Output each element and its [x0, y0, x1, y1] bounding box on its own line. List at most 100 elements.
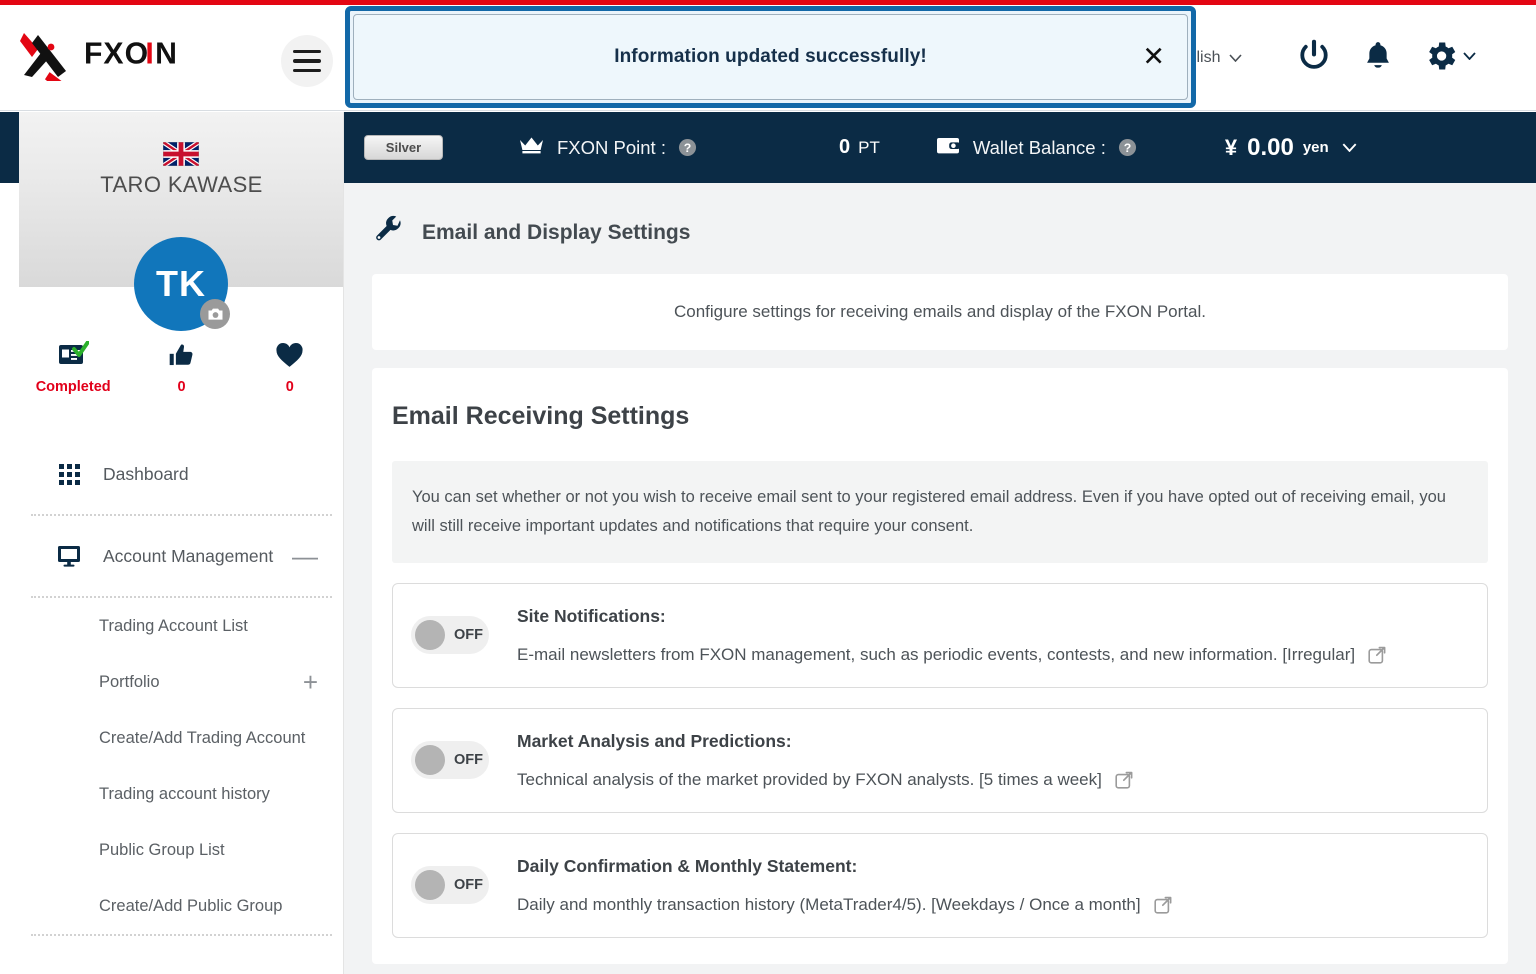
- monitor-icon: [57, 545, 81, 567]
- hamburger-menu-icon[interactable]: [281, 35, 333, 87]
- setting-description: Technical analysis of the market provide…: [517, 769, 1102, 789]
- uk-flag-icon[interactable]: [163, 142, 199, 166]
- sidebar-item-label: Create/Add Trading Account: [99, 728, 306, 747]
- setting-row-daily-confirmation: OFF Daily Confirmation & Monthly Stateme…: [392, 832, 1488, 938]
- chevron-down-icon: [1229, 54, 1243, 62]
- stat-favorites[interactable]: 0: [236, 340, 343, 395]
- thumbs-up-icon: [168, 340, 195, 370]
- toggle-knob: [415, 745, 445, 776]
- fxon-point-group: FXON Point : ?: [519, 136, 697, 159]
- setting-row-site-notifications: OFF Site Notifications: E-mail newslette…: [392, 582, 1488, 688]
- notice-text: You can set whether or not you wish to r…: [412, 488, 1446, 535]
- help-icon[interactable]: ?: [678, 138, 697, 157]
- sidebar-item-dashboard[interactable]: Dashboard: [19, 434, 343, 514]
- sidebar-item-public-group-list[interactable]: Public Group List: [19, 822, 343, 878]
- setting-description: Daily and monthly transaction history (M…: [517, 894, 1141, 914]
- sidebar: TARO KAWASE TK Completed 0 0 Dashboard A…: [19, 112, 344, 974]
- sidebar-item-label: Account Management: [103, 545, 274, 566]
- sidebar-item-label: Trading Account List: [99, 616, 248, 635]
- sidebar-item-label: Public Group List: [99, 840, 225, 859]
- toggle-state-label: OFF: [454, 627, 483, 644]
- sidebar-nav: Dashboard Account Management — Trading A…: [19, 434, 343, 936]
- chevron-down-icon: [1463, 52, 1476, 60]
- heart-icon: [275, 340, 304, 370]
- wrench-icon: [374, 215, 404, 250]
- hamburger-bar: [293, 59, 321, 63]
- stat-verification[interactable]: Completed: [19, 340, 127, 395]
- wallet-balance-group: Wallet Balance : ?: [936, 136, 1137, 160]
- expand-toggle-icon[interactable]: +: [303, 669, 318, 695]
- chevron-down-icon[interactable]: [1342, 143, 1357, 152]
- email-receiving-settings-card: Email Receiving Settings You can set whe…: [372, 368, 1508, 964]
- fxon-point-label: FXON Point :: [557, 136, 666, 158]
- account-status-bar: Silver FXON Point : ? 0 PT Wallet Balanc…: [344, 112, 1536, 183]
- external-link-icon[interactable]: [1153, 895, 1173, 915]
- wallet-amount-group[interactable]: ¥ 0.00 yen: [1225, 134, 1357, 162]
- sidebar-item-label: Portfolio: [99, 672, 160, 691]
- intro-card: Configure settings for receiving emails …: [372, 274, 1508, 350]
- toast-notification: Information updated successfully! ✕: [345, 6, 1196, 108]
- sidebar-item-label: Trading account history: [99, 784, 270, 803]
- section-title: Email Receiving Settings: [392, 402, 690, 430]
- sidebar-item-trading-account-list[interactable]: Trading Account List: [19, 598, 343, 654]
- fxon-x-mark-icon: [20, 33, 67, 81]
- fxon-logo[interactable]: FXO I N: [18, 27, 240, 81]
- currency-symbol: ¥: [1224, 134, 1238, 160]
- setting-body: Daily Confirmation & Monthly Statement: …: [517, 856, 1467, 915]
- fxon-point-value: 0: [838, 136, 851, 158]
- svg-text:N: N: [155, 38, 178, 71]
- stat-label: Completed: [35, 379, 111, 395]
- collapse-toggle-icon[interactable]: —: [292, 543, 318, 569]
- hamburger-bar: [293, 68, 321, 73]
- camera-icon[interactable]: [200, 299, 230, 329]
- setting-title: Daily Confirmation & Monthly Statement:: [517, 855, 858, 876]
- toggle-knob: [415, 620, 445, 651]
- setting-title: Market Analysis and Predictions:: [517, 730, 792, 751]
- crown-icon: [519, 136, 544, 159]
- wallet-currency-unit: yen: [1302, 139, 1329, 156]
- sidebar-item-portfolio[interactable]: Portfolio +: [19, 654, 343, 710]
- external-link-icon[interactable]: [1367, 645, 1387, 665]
- header-icon-group: [1295, 37, 1476, 75]
- wallet-amount: 0.00: [1247, 133, 1294, 161]
- avatar[interactable]: TK: [134, 237, 230, 331]
- setting-description-row: Daily and monthly transaction history (M…: [517, 895, 1467, 915]
- setting-description-row: Technical analysis of the market provide…: [517, 770, 1467, 790]
- hamburger-bar: [293, 49, 321, 54]
- sidebar-item-label: Dashboard: [103, 463, 189, 484]
- fxon-point-value-group: 0 PT: [839, 136, 880, 159]
- toggle-state-label: OFF: [454, 877, 483, 894]
- close-icon[interactable]: ✕: [1142, 43, 1165, 71]
- sidebar-item-create-add-public-group[interactable]: Create/Add Public Group: [19, 878, 343, 934]
- stat-likes[interactable]: 0: [127, 340, 235, 395]
- sidebar-item-account-management[interactable]: Account Management —: [19, 516, 343, 596]
- setting-title: Site Notifications:: [517, 605, 666, 626]
- gear-icon[interactable]: [1423, 38, 1476, 74]
- main-content: Email and Display Settings Configure set…: [344, 183, 1536, 974]
- toggle-site-notifications[interactable]: OFF: [411, 616, 489, 655]
- toast-message: Information updated successfully!: [614, 46, 927, 67]
- grid-icon: [57, 463, 81, 485]
- svg-text:?: ?: [684, 141, 692, 155]
- svg-text:FXO: FXO: [84, 38, 149, 71]
- toggle-knob: [415, 870, 445, 901]
- page-title-row: Email and Display Settings: [344, 183, 1536, 250]
- id-card-verified-icon: [57, 340, 90, 370]
- sidebar-item-label: Create/Add Public Group: [99, 896, 283, 915]
- sidebar-item-trading-account-history[interactable]: Trading account history: [19, 766, 343, 822]
- left-accent-strip: [0, 112, 19, 183]
- wallet-icon: [936, 136, 960, 160]
- bell-icon[interactable]: [1361, 38, 1395, 74]
- setting-description: E-mail newsletters from FXON management,…: [517, 644, 1356, 664]
- nav-separator: [31, 934, 332, 936]
- sidebar-item-create-add-trading-account[interactable]: Create/Add Trading Account: [19, 710, 343, 766]
- external-link-icon[interactable]: [1114, 770, 1134, 790]
- tier-badge[interactable]: Silver: [364, 135, 443, 160]
- toggle-daily-confirmation[interactable]: OFF: [411, 866, 489, 905]
- toggle-market-analysis[interactable]: OFF: [411, 741, 489, 780]
- wallet-balance-label: Wallet Balance :: [972, 136, 1106, 158]
- toggle-state-label: OFF: [454, 752, 483, 769]
- setting-row-market-analysis: OFF Market Analysis and Predictions: Tec…: [392, 707, 1488, 813]
- power-icon[interactable]: [1295, 37, 1333, 75]
- help-icon[interactable]: ?: [1118, 138, 1137, 157]
